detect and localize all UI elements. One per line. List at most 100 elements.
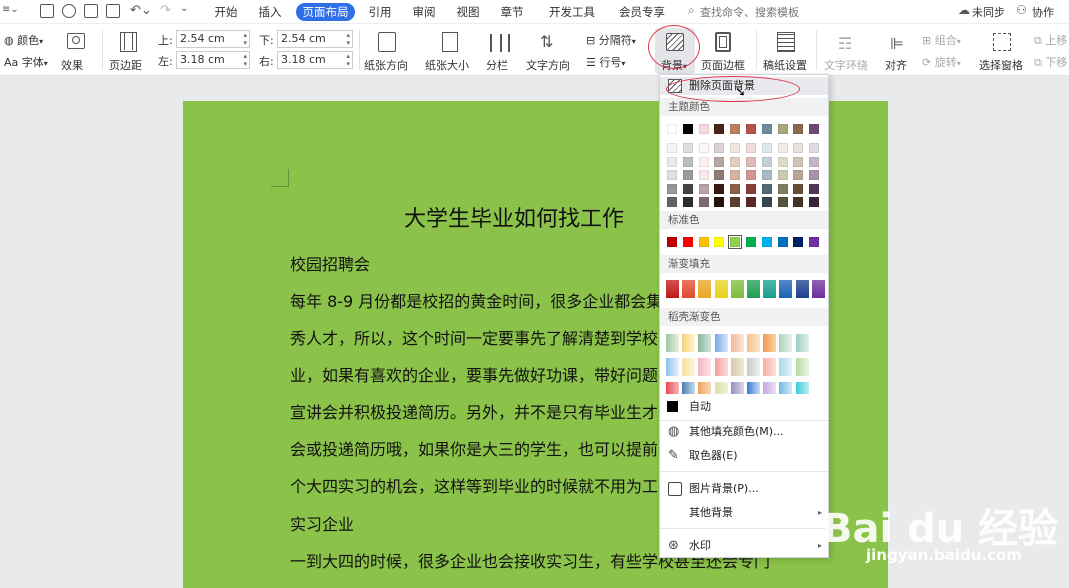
tab-developer[interactable]: 开发工具 xyxy=(544,3,600,21)
theme-tint-swatch[interactable] xyxy=(761,197,772,207)
rotate-button[interactable]: ⟳ 旋转▾ xyxy=(922,54,961,70)
doc-line[interactable]: 实习企业 xyxy=(290,511,354,535)
picture-background-item[interactable]: 图片背景(P)... xyxy=(660,478,828,500)
gradient-fill-swatch[interactable] xyxy=(682,280,696,298)
print-preview-icon[interactable] xyxy=(106,4,120,18)
docer-gradient-swatch[interactable] xyxy=(730,382,744,394)
doc-line[interactable]: 宣讲会并积极投递简历。另外，并不是只有毕业生才 xyxy=(290,399,658,423)
theme-tint-swatch[interactable] xyxy=(746,156,756,167)
theme-tint-swatch[interactable] xyxy=(746,183,756,194)
watermark-item[interactable]: ⊛ 水印 ▸ xyxy=(660,535,828,557)
collab-label[interactable]: 协作 xyxy=(1032,4,1054,20)
search-input[interactable]: 查找命令、搜索模板 xyxy=(700,4,799,20)
selection-pane-button[interactable]: 选择窗格 xyxy=(978,30,1026,74)
gradient-fill-swatch[interactable] xyxy=(698,280,712,298)
theme-tint-swatch[interactable] xyxy=(793,170,804,180)
theme-color-swatch[interactable] xyxy=(809,124,820,134)
docer-gradient-swatch[interactable] xyxy=(730,334,744,352)
effects-button[interactable]: 效果 xyxy=(60,30,94,74)
theme-tint-swatch[interactable] xyxy=(809,183,820,194)
gradient-fill-swatch[interactable] xyxy=(779,280,793,298)
sync-status[interactable]: 未同步 xyxy=(972,4,1005,20)
tab-references[interactable]: 引用 xyxy=(362,3,398,21)
doc-line[interactable]: 每年 8-9 月份都是校招的黄金时间，很多企业都会集 xyxy=(290,288,662,312)
gradient-fill-swatch[interactable] xyxy=(730,280,744,298)
theme-tint-swatch[interactable] xyxy=(809,170,820,180)
tab-view[interactable]: 视图 xyxy=(450,3,486,21)
theme-tint-swatch[interactable] xyxy=(746,170,756,180)
theme-tint-swatch[interactable] xyxy=(667,156,677,167)
standard-color-swatch[interactable] xyxy=(698,237,709,247)
page-border-button[interactable]: 页面边框 xyxy=(700,30,748,74)
theme-tint-swatch[interactable] xyxy=(761,156,772,167)
theme-tint-swatch[interactable] xyxy=(777,197,788,207)
align-button[interactable]: ⊫ 对齐 xyxy=(882,30,916,74)
docer-gradient-swatch[interactable] xyxy=(763,358,777,376)
theme-tint-swatch[interactable] xyxy=(793,143,804,153)
margin-top-input[interactable]: 2.54 cm ▴ ▾ xyxy=(176,30,250,48)
standard-color-swatch[interactable] xyxy=(746,237,756,247)
theme-color-swatch[interactable] xyxy=(667,124,677,134)
theme-color-swatch[interactable] xyxy=(777,124,788,134)
margin-left-input[interactable]: 3.18 cm ▴ ▾ xyxy=(176,51,250,69)
menu-chevron-icon[interactable]: ≡⌄ xyxy=(2,4,19,15)
theme-tint-swatch[interactable] xyxy=(730,197,741,207)
standard-color-swatch[interactable] xyxy=(714,237,725,247)
theme-colors-button[interactable]: ◍ 颜色▾ xyxy=(4,32,43,48)
docer-gradient-swatch[interactable] xyxy=(714,358,728,376)
theme-tint-swatch[interactable] xyxy=(730,170,741,180)
text-direction-button[interactable]: ⇅ 文字方向 xyxy=(524,30,576,74)
group-button[interactable]: ⊞ 组合▾ xyxy=(922,32,961,48)
standard-color-swatch[interactable] xyxy=(682,237,693,247)
paper-size-button[interactable]: 纸张大小 xyxy=(424,30,476,74)
export-icon[interactable] xyxy=(62,4,76,18)
theme-tint-swatch[interactable] xyxy=(714,170,725,180)
docer-gradient-swatch[interactable] xyxy=(714,334,728,352)
theme-tint-swatch[interactable] xyxy=(682,170,693,180)
theme-tint-swatch[interactable] xyxy=(714,197,725,207)
bring-forward-button[interactable]: ⧉ 上移 xyxy=(1034,32,1067,48)
send-backward-button[interactable]: ⧉ 下移 xyxy=(1034,54,1067,70)
gradient-fill-swatch[interactable] xyxy=(811,280,825,298)
search-icon[interactable]: ⌕ xyxy=(688,3,695,18)
gradient-fill-swatch[interactable] xyxy=(747,280,760,298)
theme-tint-swatch[interactable] xyxy=(761,170,772,180)
docer-gradient-swatch[interactable] xyxy=(795,358,809,376)
doc-line[interactable]: 会或投递简历哦，如果你是大三的学生，也可以提前 xyxy=(290,436,658,460)
theme-color-swatch[interactable] xyxy=(682,124,693,134)
theme-tint-swatch[interactable] xyxy=(793,183,804,194)
theme-tint-swatch[interactable] xyxy=(682,197,693,207)
more-chevron-icon[interactable]: ⌄ xyxy=(180,3,188,14)
theme-tint-swatch[interactable] xyxy=(793,197,804,207)
theme-tint-swatch[interactable] xyxy=(667,183,677,194)
docer-gradient-swatch[interactable] xyxy=(714,382,728,394)
doc-line[interactable]: 业，如果有喜欢的企业，要事先做好功课，带好问题 xyxy=(290,362,658,386)
theme-tint-swatch[interactable] xyxy=(682,156,693,167)
theme-color-swatch[interactable] xyxy=(746,124,756,134)
theme-tint-swatch[interactable] xyxy=(809,156,820,167)
docer-gradient-swatch[interactable] xyxy=(666,358,679,376)
theme-tint-swatch[interactable] xyxy=(667,197,677,207)
theme-tint-swatch[interactable] xyxy=(667,143,677,153)
theme-tint-swatch[interactable] xyxy=(761,183,772,194)
gradient-fill-swatch[interactable] xyxy=(763,280,777,298)
docer-gradient-swatch[interactable] xyxy=(682,382,696,394)
margin-bottom-input[interactable]: 2.54 cm ▴ ▾ xyxy=(277,30,353,48)
standard-color-swatch[interactable] xyxy=(728,235,743,249)
gradient-fill-swatch[interactable] xyxy=(666,280,679,298)
text-wrap-button[interactable]: ☶ 文字环绕 xyxy=(822,30,872,74)
undo-icon[interactable]: ↶⌄ xyxy=(130,3,152,18)
docer-gradient-swatch[interactable] xyxy=(747,358,760,376)
docer-gradient-swatch[interactable] xyxy=(747,382,760,394)
standard-color-swatch[interactable] xyxy=(761,237,772,247)
tab-member[interactable]: 会员专享 xyxy=(614,3,670,21)
margins-button[interactable]: 页边距 xyxy=(108,30,152,74)
eyedropper-item[interactable]: ✎ 取色器(E) xyxy=(660,445,828,467)
docer-gradient-swatch[interactable] xyxy=(763,382,777,394)
docer-gradient-swatch[interactable] xyxy=(763,334,777,352)
other-background-item[interactable]: 其他背景 ▸ xyxy=(660,502,828,524)
auto-color-item[interactable]: 自动 xyxy=(660,396,828,418)
redo-icon[interactable]: ↷ xyxy=(160,3,171,18)
standard-color-swatch[interactable] xyxy=(809,237,820,247)
theme-tint-swatch[interactable] xyxy=(682,143,693,153)
